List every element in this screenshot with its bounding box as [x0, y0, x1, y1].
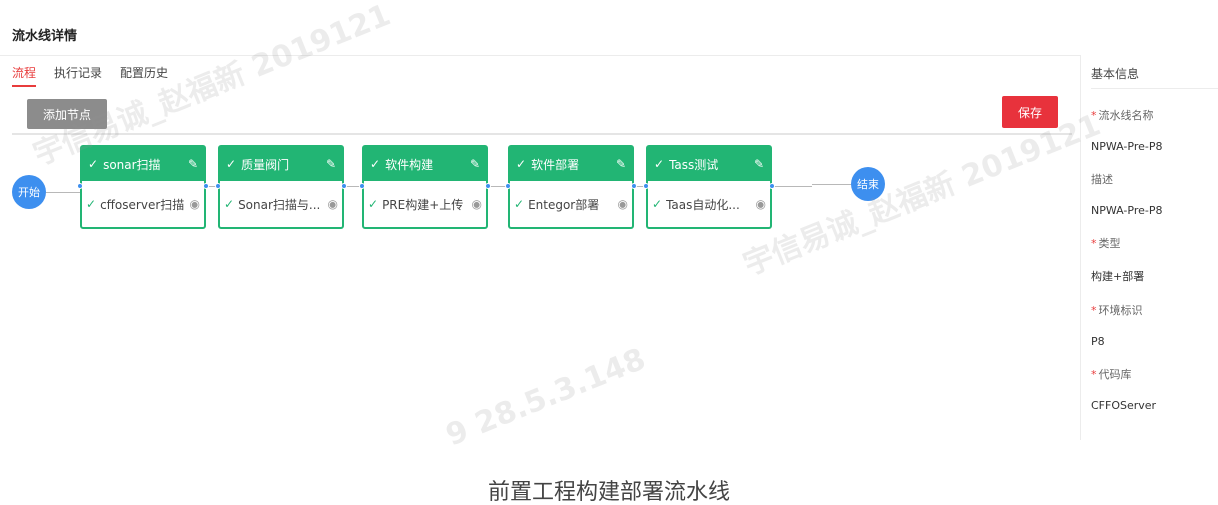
stage-header: ✓ 软件构建 ✎ [364, 147, 486, 181]
field-value-environment[interactable]: P8 [1091, 335, 1218, 348]
check-icon: ✓ [88, 157, 99, 171]
eye-icon[interactable]: ◉ [190, 197, 200, 211]
required-mark: * [1091, 368, 1097, 381]
task-name: cffoserver扫描 [100, 197, 185, 212]
stage-header: ✓ Tass测试 ✎ [648, 147, 770, 181]
field-label-text: 代码库 [1098, 368, 1132, 381]
check-icon: ✓ [514, 197, 525, 211]
stage-name: 质量阀门 [241, 157, 290, 172]
field-value-type[interactable]: 构建+部署 [1091, 268, 1218, 284]
stage-task[interactable]: ✓ Entegor部署 ◉ [510, 181, 632, 227]
connector-port[interactable] [203, 183, 209, 189]
stage-name: 软件部署 [531, 157, 580, 172]
stage-card[interactable]: ✓ 质量阀门 ✎ ✓ Sonar扫描与... ◉ [218, 145, 344, 229]
pencil-icon[interactable]: ✎ [470, 157, 480, 171]
field-value-description[interactable]: NPWA-Pre-P8 [1091, 204, 1218, 217]
connector-port[interactable] [77, 183, 83, 189]
field-label-pipeline-name: * 流水线名称 [1091, 107, 1218, 123]
stage-card[interactable]: ✓ Tass测试 ✎ ✓ Taas自动化... ◉ [646, 145, 772, 229]
stage-task[interactable]: ✓ Taas自动化... ◉ [648, 181, 770, 227]
field-value-pipeline-name[interactable]: NPWA-Pre-P8 [1091, 140, 1218, 153]
check-icon: ✓ [370, 157, 381, 171]
field-label-environment: * 环境标识 [1091, 302, 1218, 318]
figure-caption: 前置工程构建部署流水线 [487, 480, 730, 505]
required-mark: * [1091, 237, 1097, 250]
check-icon: ✓ [224, 197, 235, 211]
task-name: Sonar扫描与... [238, 197, 321, 212]
connector-port[interactable] [485, 183, 491, 189]
task-name: Entegor部署 [528, 197, 600, 212]
connector-port[interactable] [359, 183, 365, 189]
eye-icon[interactable]: ◉ [472, 197, 482, 211]
pencil-icon[interactable]: ✎ [326, 157, 336, 171]
stage-name: 软件构建 [385, 157, 434, 172]
check-icon: ✓ [654, 157, 665, 171]
field-label-text: 描述 [1091, 173, 1113, 186]
required-mark: * [1091, 304, 1097, 317]
stage-card[interactable]: ✓ 软件部署 ✎ ✓ Entegor部署 ◉ [508, 145, 634, 229]
eye-icon[interactable]: ◉ [756, 197, 766, 211]
field-label-text: 类型 [1098, 237, 1121, 250]
eye-icon[interactable]: ◉ [328, 197, 338, 211]
stage-header: ✓ 质量阀门 ✎ [220, 147, 342, 181]
connector [46, 192, 80, 193]
field-label-text: 环境标识 [1098, 304, 1143, 317]
required-mark: * [1091, 109, 1097, 122]
stage-card[interactable]: ✓ sonar扫描 ✎ ✓ cffoserver扫描 ◉ [80, 145, 206, 229]
connector [812, 184, 852, 185]
check-icon: ✓ [368, 197, 379, 211]
task-name: PRE构建+上传 [382, 197, 464, 212]
check-icon: ✓ [652, 197, 663, 211]
stage-name: sonar扫描 [103, 157, 161, 172]
connector-port[interactable] [341, 183, 347, 189]
stage-header: ✓ sonar扫描 ✎ [82, 147, 204, 181]
field-label-repository: * 代码库 [1091, 366, 1218, 382]
pencil-icon[interactable]: ✎ [188, 157, 198, 171]
connector-port[interactable] [769, 183, 775, 189]
pencil-icon[interactable]: ✎ [754, 157, 764, 171]
field-label-text: 流水线名称 [1098, 109, 1154, 122]
stage-header: ✓ 软件部署 ✎ [510, 147, 632, 181]
end-node[interactable]: 结束 [851, 167, 885, 201]
info-sidebar: 基本信息 * 流水线名称 NPWA-Pre-P8 描述 NPWA-Pre-P8 *… [1080, 55, 1218, 440]
stage-card[interactable]: ✓ 软件构建 ✎ ✓ PRE构建+上传 ◉ [362, 145, 488, 229]
check-icon: ✓ [86, 197, 97, 211]
field-label-type: * 类型 [1091, 235, 1218, 251]
eye-icon[interactable]: ◉ [618, 197, 628, 211]
stage-name: Tass测试 [669, 157, 719, 172]
stage-task[interactable]: ✓ PRE构建+上传 ◉ [364, 181, 486, 227]
connector-port[interactable] [505, 183, 511, 189]
pipeline-canvas: 开始 ✓ sonar扫描 ✎ ✓ cffoserver扫描 ◉ ✓ 质量阀门 ✎… [0, 0, 1080, 505]
sidebar-title: 基本信息 [1091, 65, 1218, 89]
connector-port[interactable] [215, 183, 221, 189]
check-icon: ✓ [226, 157, 237, 171]
stage-task[interactable]: ✓ cffoserver扫描 ◉ [82, 181, 204, 227]
field-value-repository[interactable]: CFFOServer [1091, 399, 1218, 412]
pencil-icon[interactable]: ✎ [616, 157, 626, 171]
stage-task[interactable]: ✓ Sonar扫描与... ◉ [220, 181, 342, 227]
connector-port[interactable] [631, 183, 637, 189]
connector-port[interactable] [643, 183, 649, 189]
check-icon: ✓ [516, 157, 527, 171]
start-node[interactable]: 开始 [12, 175, 46, 209]
connector [772, 186, 812, 187]
field-label-description: 描述 [1091, 171, 1218, 187]
task-name: Taas自动化... [666, 197, 740, 212]
